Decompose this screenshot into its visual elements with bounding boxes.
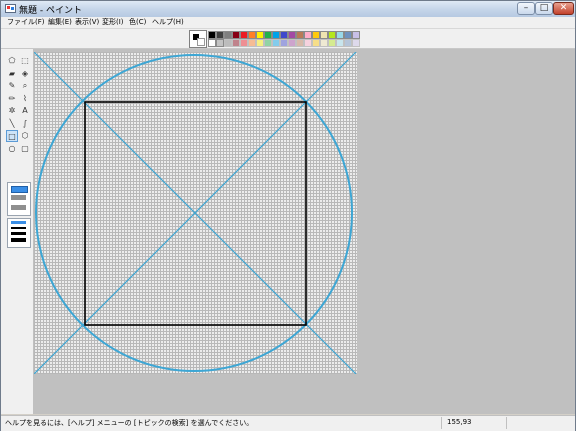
fill-icon[interactable]: ◈ (19, 68, 31, 80)
rounded-rect-icon[interactable]: ▢ (19, 143, 31, 155)
palette-swatch[interactable] (232, 31, 240, 39)
palette-swatch[interactable] (216, 39, 224, 47)
free-select-icon[interactable]: ⬠ (6, 55, 18, 67)
line-width-3[interactable] (11, 232, 26, 235)
palette-swatch[interactable] (280, 39, 288, 47)
palette-swatch[interactable] (240, 39, 248, 47)
palette-swatch[interactable] (256, 31, 264, 39)
tool-options-box (7, 182, 31, 216)
title-bar[interactable]: 無題 - ペイント – □ ✕ (1, 1, 575, 17)
palette-swatch[interactable] (272, 39, 280, 47)
status-coordinates: 155,93 (447, 418, 472, 426)
drawing-canvas[interactable] (34, 52, 357, 374)
menu-help[interactable]: ヘルプ(H) (152, 17, 184, 28)
palette-swatch[interactable] (272, 31, 280, 39)
palette-swatch[interactable] (328, 31, 336, 39)
palette-swatch[interactable] (208, 31, 216, 39)
palette-swatch[interactable] (208, 39, 216, 47)
rect-select-icon[interactable]: ⬚ (19, 55, 31, 67)
brush-icon[interactable]: ⌇ (19, 93, 31, 105)
palette-swatch[interactable] (304, 39, 312, 47)
current-color-indicator[interactable] (189, 30, 207, 48)
curve-icon[interactable]: ∫ (19, 118, 31, 130)
palette-swatch[interactable] (224, 31, 232, 39)
palette-swatch[interactable] (320, 39, 328, 47)
palette-swatch[interactable] (288, 39, 296, 47)
canvas-scroll-area[interactable] (34, 49, 575, 414)
polygon-icon[interactable]: ⬡ (19, 130, 31, 142)
menu-edit[interactable]: 編集(E) (48, 17, 72, 28)
palette-swatch[interactable] (336, 31, 344, 39)
palette-swatch[interactable] (264, 31, 272, 39)
palette-swatch[interactable] (296, 31, 304, 39)
status-bar: ヘルプを見るには、[ヘルプ] メニューの [トピックの検索] を選んでください。… (1, 415, 575, 431)
text-icon[interactable]: A (19, 105, 31, 117)
menu-view[interactable]: 表示(V) (75, 17, 99, 28)
option-item[interactable] (11, 205, 26, 210)
palette-swatch[interactable] (216, 31, 224, 39)
paint-window: 無題 - ペイント – □ ✕ ファイル(F) 編集(E) 表示(V) 変形(I… (0, 0, 576, 431)
close-button[interactable]: ✕ (553, 2, 574, 15)
minimize-button[interactable]: – (517, 2, 535, 15)
menu-file[interactable]: ファイル(F) (7, 17, 45, 28)
status-divider (441, 417, 442, 429)
palette-swatch[interactable] (232, 39, 240, 47)
palette-swatch[interactable] (264, 39, 272, 47)
palette-swatch[interactable] (352, 39, 360, 47)
airbrush-icon[interactable]: ✲ (6, 105, 18, 117)
palette-swatch[interactable] (240, 31, 248, 39)
magnifier-icon[interactable]: ⌕ (19, 80, 31, 92)
color-picker-icon[interactable]: ✎ (6, 80, 18, 92)
window-title: 無題 - ペイント (19, 6, 82, 16)
palette-swatch[interactable] (248, 39, 256, 47)
palette-swatch[interactable] (320, 31, 328, 39)
line-width-4[interactable] (11, 238, 26, 242)
palette-swatch[interactable] (280, 31, 288, 39)
palette-swatch[interactable] (344, 31, 352, 39)
status-divider (506, 417, 507, 429)
tool-box: ⬠ ⬚ ▰ ◈ ✎ ⌕ ✏ ⌇ ✲ A ╲ ∫ □ ⬡ ○ ▢ (1, 49, 34, 414)
palette-swatch[interactable] (312, 31, 320, 39)
palette-swatch[interactable] (296, 39, 304, 47)
palette-swatch[interactable] (336, 39, 344, 47)
option-selected[interactable] (11, 186, 28, 193)
eraser-icon[interactable]: ▰ (6, 68, 18, 80)
option-item[interactable] (11, 195, 26, 200)
palette-swatch[interactable] (328, 39, 336, 47)
drawing (34, 52, 357, 374)
status-help-text: ヘルプを見るには、[ヘルプ] メニューの [トピックの検索] を選んでください。 (5, 419, 254, 427)
line-width-box (7, 218, 31, 248)
palette-swatch[interactable] (312, 39, 320, 47)
pencil-icon[interactable]: ✏ (6, 93, 18, 105)
ellipse-icon[interactable]: ○ (6, 143, 18, 155)
menu-bar: ファイル(F) 編集(E) 表示(V) 変形(I) 色(C) ヘルプ(H) (1, 17, 575, 29)
maximize-button[interactable]: □ (535, 2, 553, 15)
background-color-swatch (197, 38, 205, 46)
line-icon[interactable]: ╲ (6, 118, 18, 130)
line-width-1[interactable] (11, 221, 26, 224)
menu-colors[interactable]: 色(C) (129, 17, 146, 28)
menu-image[interactable]: 変形(I) (102, 17, 124, 28)
palette-swatch[interactable] (288, 31, 296, 39)
rectangle-icon[interactable]: □ (6, 130, 18, 142)
palette-swatch[interactable] (304, 31, 312, 39)
palette-swatch[interactable] (248, 31, 256, 39)
palette-swatch[interactable] (224, 39, 232, 47)
palette-swatch[interactable] (344, 39, 352, 47)
line-width-2[interactable] (11, 227, 26, 229)
palette-swatch[interactable] (256, 39, 264, 47)
paint-app-icon (5, 4, 16, 13)
palette-swatch[interactable] (352, 31, 360, 39)
